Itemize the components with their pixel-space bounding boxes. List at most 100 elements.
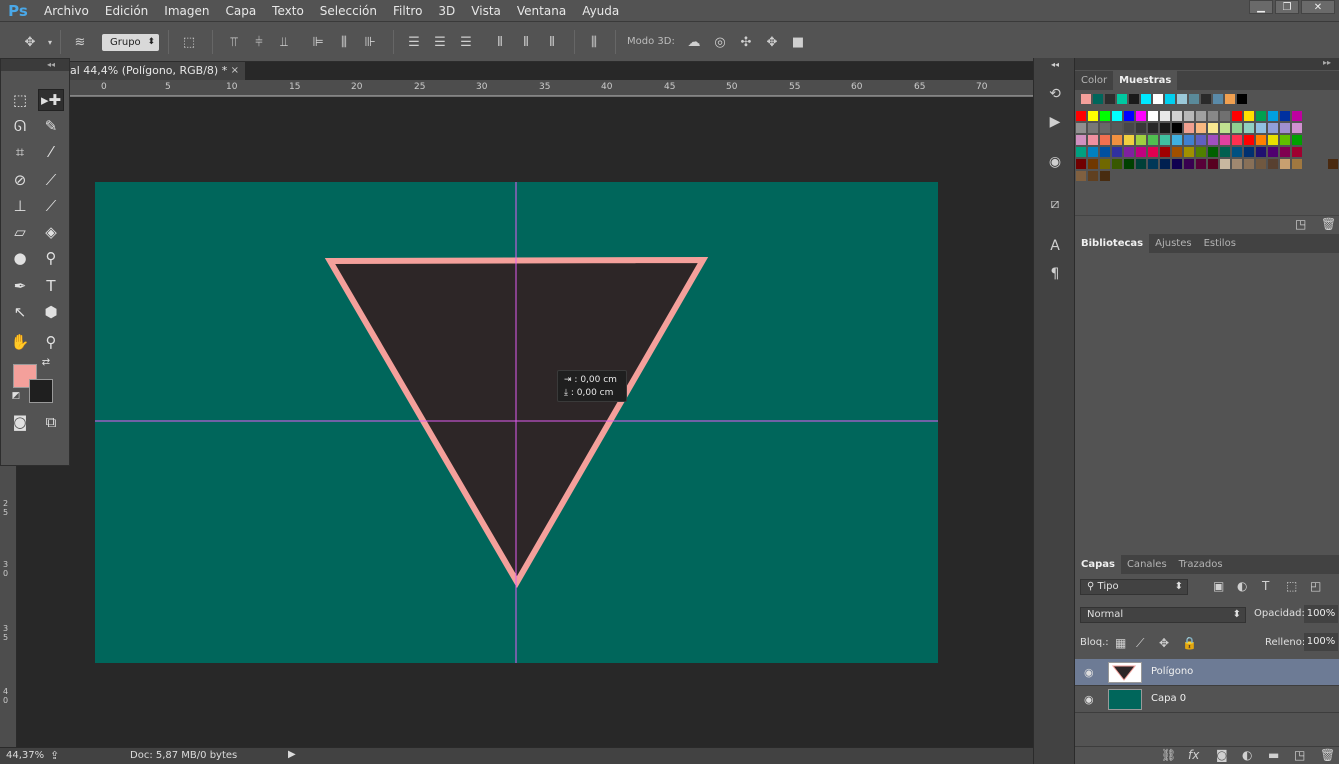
swatch[interactable]: [1220, 123, 1230, 133]
path-select-icon[interactable]: ↖: [7, 301, 33, 323]
swatch[interactable]: [1237, 94, 1247, 104]
history-icon[interactable]: ⟲: [1045, 84, 1065, 104]
document-tab[interactable]: al 44,4% (Polígono, RGB/8) * ×: [68, 62, 245, 80]
swatch[interactable]: [1172, 147, 1182, 157]
swatch[interactable]: [1220, 111, 1230, 121]
swatch[interactable]: [1172, 123, 1182, 133]
eyedropper-icon[interactable]: ⁄: [38, 141, 64, 163]
lasso-tool-icon[interactable]: ᘏ: [7, 115, 33, 137]
restore-icon[interactable]: ❐: [1275, 0, 1299, 14]
swatch[interactable]: [1088, 147, 1098, 157]
swatch[interactable]: [1208, 111, 1218, 121]
menu-capa[interactable]: Capa: [217, 0, 264, 22]
tab-canales[interactable]: Canales: [1121, 555, 1173, 574]
swatch[interactable]: [1292, 123, 1302, 133]
filter-pixel-icon[interactable]: ▣: [1213, 579, 1224, 593]
swatch[interactable]: [1112, 123, 1122, 133]
swatch[interactable]: [1124, 111, 1134, 121]
swatch[interactable]: [1201, 94, 1211, 104]
align-hcenter-icon[interactable]: ⫼: [336, 34, 352, 50]
swatch[interactable]: [1172, 135, 1182, 145]
swatch[interactable]: [1100, 159, 1110, 169]
swatch[interactable]: [1112, 159, 1122, 169]
character-icon[interactable]: A: [1045, 236, 1065, 256]
swatch[interactable]: [1292, 135, 1302, 145]
close-icon[interactable]: ✕: [1301, 0, 1335, 14]
swatch[interactable]: [1076, 147, 1086, 157]
swatch[interactable]: [1076, 171, 1086, 181]
quick-mask-icon[interactable]: ◙: [7, 411, 33, 433]
crop-tool-icon[interactable]: ⌗: [7, 141, 33, 163]
opacity-input[interactable]: 100%: [1304, 605, 1338, 623]
swatch[interactable]: [1129, 94, 1139, 104]
tab-trazados[interactable]: Trazados: [1173, 555, 1229, 574]
zoom-level[interactable]: 44,37%: [6, 750, 44, 761]
swatch[interactable]: [1268, 159, 1278, 169]
swatch[interactable]: [1196, 123, 1206, 133]
eye-icon[interactable]: ◉: [1084, 666, 1094, 679]
swatch[interactable]: [1160, 159, 1170, 169]
hand-tool-icon[interactable]: ✋: [7, 331, 33, 353]
swatch[interactable]: [1136, 147, 1146, 157]
pen-tool-icon[interactable]: ✒: [7, 275, 33, 297]
swatch[interactable]: [1196, 135, 1206, 145]
swatch[interactable]: [1220, 147, 1230, 157]
swatch[interactable]: [1280, 135, 1290, 145]
swatch[interactable]: [1093, 94, 1103, 104]
swatch[interactable]: [1292, 159, 1302, 169]
distribute-right-icon[interactable]: ⫴: [544, 34, 560, 50]
3d-pan-icon[interactable]: ✣: [738, 34, 754, 50]
distribute-bottom-icon[interactable]: ☰: [458, 34, 474, 50]
layer-row[interactable]: ◉ Polígono: [1075, 659, 1339, 686]
layer-name[interactable]: Polígono: [1151, 666, 1193, 677]
swatch[interactable]: [1081, 94, 1091, 104]
lock-position-icon[interactable]: ✥: [1159, 636, 1169, 650]
tab-bibliotecas[interactable]: Bibliotecas: [1075, 234, 1150, 253]
zoom-tool-icon[interactable]: ⚲: [38, 331, 64, 353]
filter-smart-object-icon[interactable]: ◰: [1310, 579, 1321, 593]
move-tool-icon[interactable]: ▸✚: [38, 89, 64, 111]
swatch[interactable]: [1172, 111, 1182, 121]
menu-filtro[interactable]: Filtro: [385, 0, 430, 22]
swatch[interactable]: [1280, 111, 1290, 121]
swatch[interactable]: [1196, 111, 1206, 121]
swatch[interactable]: [1088, 111, 1098, 121]
filter-shape-icon[interactable]: ⬚: [1286, 579, 1297, 593]
swatch[interactable]: [1244, 147, 1254, 157]
swatch[interactable]: [1148, 147, 1158, 157]
swatch[interactable]: [1136, 135, 1146, 145]
swatch[interactable]: [1141, 94, 1151, 104]
swatch[interactable]: [1232, 147, 1242, 157]
panels-collapse-icon[interactable]: ▸▸: [1323, 58, 1331, 67]
actions-play-icon[interactable]: ▶: [1045, 112, 1065, 132]
align-left-icon[interactable]: ⊫: [310, 34, 326, 50]
swatch[interactable]: [1220, 135, 1230, 145]
chevron-down-icon[interactable]: ▾: [42, 34, 58, 50]
eraser-tool-icon[interactable]: ▱: [7, 221, 33, 243]
background-color-swatch[interactable]: [29, 379, 53, 403]
swatch[interactable]: [1184, 147, 1194, 157]
swatch[interactable]: [1184, 135, 1194, 145]
swatch[interactable]: [1232, 135, 1242, 145]
swatch[interactable]: [1256, 135, 1266, 145]
menu-edicion[interactable]: Edición: [97, 0, 156, 22]
swatch[interactable]: [1177, 94, 1187, 104]
blur-tool-icon[interactable]: ●: [7, 247, 33, 269]
properties-icon[interactable]: ◉: [1045, 152, 1065, 172]
swatch[interactable]: [1256, 159, 1266, 169]
adjustment-layer-icon[interactable]: ◐: [1242, 748, 1252, 762]
swatch[interactable]: [1100, 111, 1110, 121]
swatch[interactable]: [1124, 159, 1134, 169]
add-mask-icon[interactable]: ◙: [1216, 748, 1228, 762]
paragraph-icon[interactable]: ¶: [1045, 264, 1065, 284]
swatch[interactable]: [1160, 123, 1170, 133]
swatch[interactable]: [1244, 123, 1254, 133]
align-vcenter-icon[interactable]: ⫩: [251, 34, 267, 50]
brush-tool-icon[interactable]: ⟋: [38, 169, 64, 191]
new-swatch-icon[interactable]: ◳: [1295, 217, 1306, 231]
filter-adjustment-icon[interactable]: ◐: [1237, 579, 1247, 593]
3d-camera-icon[interactable]: ■: [790, 34, 806, 50]
type-tool-icon[interactable]: T: [38, 275, 64, 297]
layer-name[interactable]: Capa 0: [1151, 693, 1186, 704]
swatch[interactable]: [1232, 111, 1242, 121]
